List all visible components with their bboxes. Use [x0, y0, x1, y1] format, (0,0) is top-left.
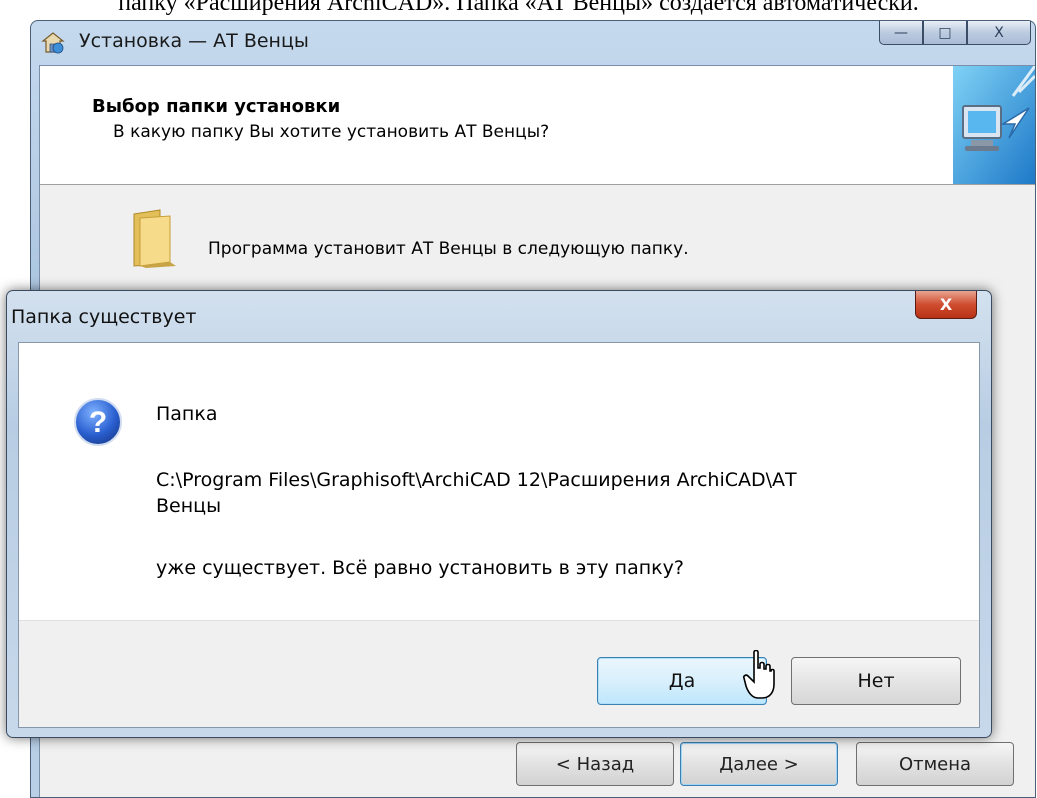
minimize-button[interactable]: — — [879, 21, 923, 45]
installer-body-text: Программа установит АТ Венцы в следующую… — [208, 239, 689, 259]
dialog-close-button[interactable]: X — [915, 291, 977, 319]
cancel-button[interactable]: Отмена — [856, 742, 1014, 786]
message-label: Папка — [156, 403, 218, 425]
caption-buttons: — □ X — [879, 21, 1031, 47]
folder-exists-dialog: Папка существует X ? Папка C:\Program Fi… — [6, 290, 992, 738]
installer-header: Выбор папки установки В какую папку Вы х… — [40, 66, 1035, 185]
header-title: Выбор папки установки — [92, 96, 341, 117]
dialog-client-area: ? Папка C:\Program Files\Graphisoft\Arch… — [18, 342, 980, 728]
installer-app-icon — [41, 32, 65, 54]
installer-titlebar[interactable]: Установка — АТ Венцы — □ X — [31, 21, 1035, 65]
back-button[interactable]: < Назад — [516, 742, 674, 786]
question-icon: ? — [74, 398, 122, 446]
maximize-button[interactable]: □ — [923, 21, 967, 45]
message-path-line1: C:\Program Files\Graphisoft\ArchiCAD 12\… — [156, 469, 797, 491]
message-path-line2: Венцы — [156, 495, 222, 517]
message-question: уже существует. Всё равно установить в э… — [156, 557, 684, 579]
folder-icon — [133, 209, 176, 268]
setup-wizard-image — [953, 66, 1035, 184]
document-text: папку «Расширения ArchiCAD». Папка «АТ В… — [118, 0, 919, 16]
installer-close-button[interactable]: X — [967, 21, 1031, 45]
svg-text:?: ? — [89, 406, 107, 439]
next-button[interactable]: Далее > — [680, 742, 838, 786]
no-button[interactable]: Нет — [791, 657, 961, 705]
installer-title: Установка — АТ Венцы — [79, 30, 309, 52]
header-subtitle: В какую папку Вы хотите установить АТ Ве… — [113, 122, 550, 142]
mouse-cursor-icon — [743, 650, 775, 699]
dialog-title: Папка существует — [11, 306, 197, 328]
